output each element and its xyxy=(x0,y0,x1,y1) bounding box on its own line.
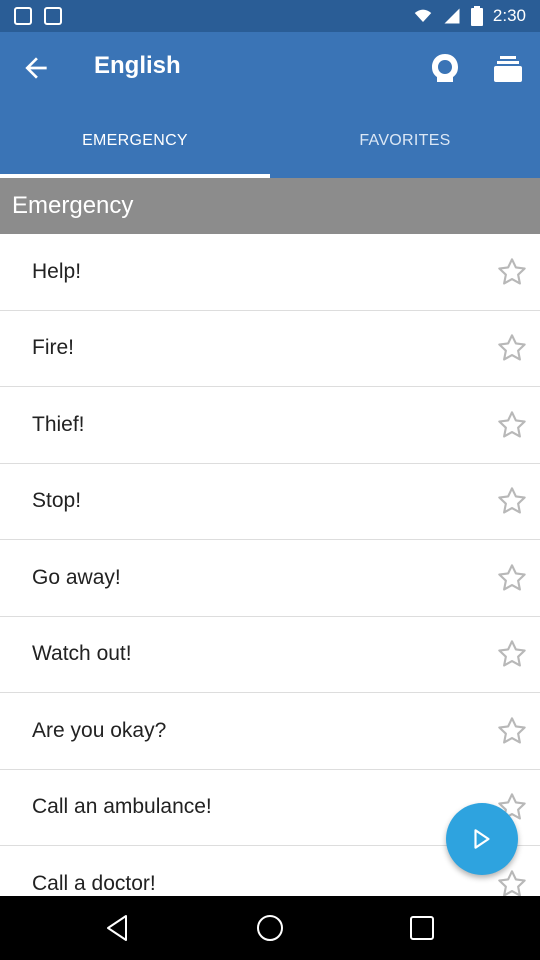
list-item[interactable]: Watch out! xyxy=(0,617,540,693)
battery-icon xyxy=(470,6,483,26)
tab-favorites[interactable]: FAVORITES xyxy=(270,104,540,178)
cards-stack-icon[interactable] xyxy=(490,50,526,86)
star-icon[interactable] xyxy=(496,562,528,594)
section-header: Emergency xyxy=(0,178,540,234)
page-title: English xyxy=(94,52,181,79)
star-icon[interactable] xyxy=(496,638,528,670)
app-bar: English xyxy=(0,32,540,104)
signal-icon xyxy=(444,8,460,24)
phrase-text: Fire! xyxy=(32,336,74,360)
tab-emergency[interactable]: EMERGENCY xyxy=(0,104,270,178)
star-icon[interactable] xyxy=(496,715,528,747)
nav-back-icon[interactable] xyxy=(102,912,134,944)
system-nav-bar xyxy=(0,896,540,960)
list-item[interactable]: Thief! xyxy=(0,387,540,464)
notification-square-icon xyxy=(14,7,32,25)
list-item[interactable]: Help! xyxy=(0,234,540,311)
wifi-icon xyxy=(414,9,432,22)
notification-square-icon xyxy=(44,7,62,25)
phrase-text: Thief! xyxy=(32,412,85,436)
phrase-text: Help! xyxy=(32,259,82,283)
nav-recents-icon[interactable] xyxy=(406,912,438,944)
phrase-text: Go away! xyxy=(32,565,121,589)
nav-home-icon[interactable] xyxy=(254,912,286,944)
play-button[interactable] xyxy=(446,803,518,875)
tab-bar: EMERGENCY FAVORITES xyxy=(0,104,540,178)
phrase-text: Watch out! xyxy=(32,642,132,666)
star-icon[interactable] xyxy=(496,485,528,517)
play-icon xyxy=(474,829,490,849)
list-item[interactable]: Fire! xyxy=(0,311,540,387)
phrase-text: Call a doctor! xyxy=(32,871,156,895)
list-item[interactable]: Stop! xyxy=(0,464,540,540)
status-time: 2:30 xyxy=(492,6,526,25)
phrase-list: Help! Fire! Thief! Stop! Go away! Watch … xyxy=(0,234,540,896)
list-item[interactable]: Go away! xyxy=(0,540,540,617)
phrase-text: Stop! xyxy=(32,489,82,513)
star-icon[interactable] xyxy=(496,409,528,441)
phrase-text: Call an ambulance! xyxy=(32,795,212,819)
status-bar: 2:30 xyxy=(0,0,540,32)
back-arrow-icon[interactable] xyxy=(20,52,52,84)
star-icon[interactable] xyxy=(496,332,528,364)
star-icon[interactable] xyxy=(496,868,528,896)
star-icon[interactable] xyxy=(496,256,528,288)
list-item[interactable]: Are you okay? xyxy=(0,693,540,770)
speaker-head-icon[interactable] xyxy=(427,50,463,86)
phrase-text: Are you okay? xyxy=(32,718,167,742)
